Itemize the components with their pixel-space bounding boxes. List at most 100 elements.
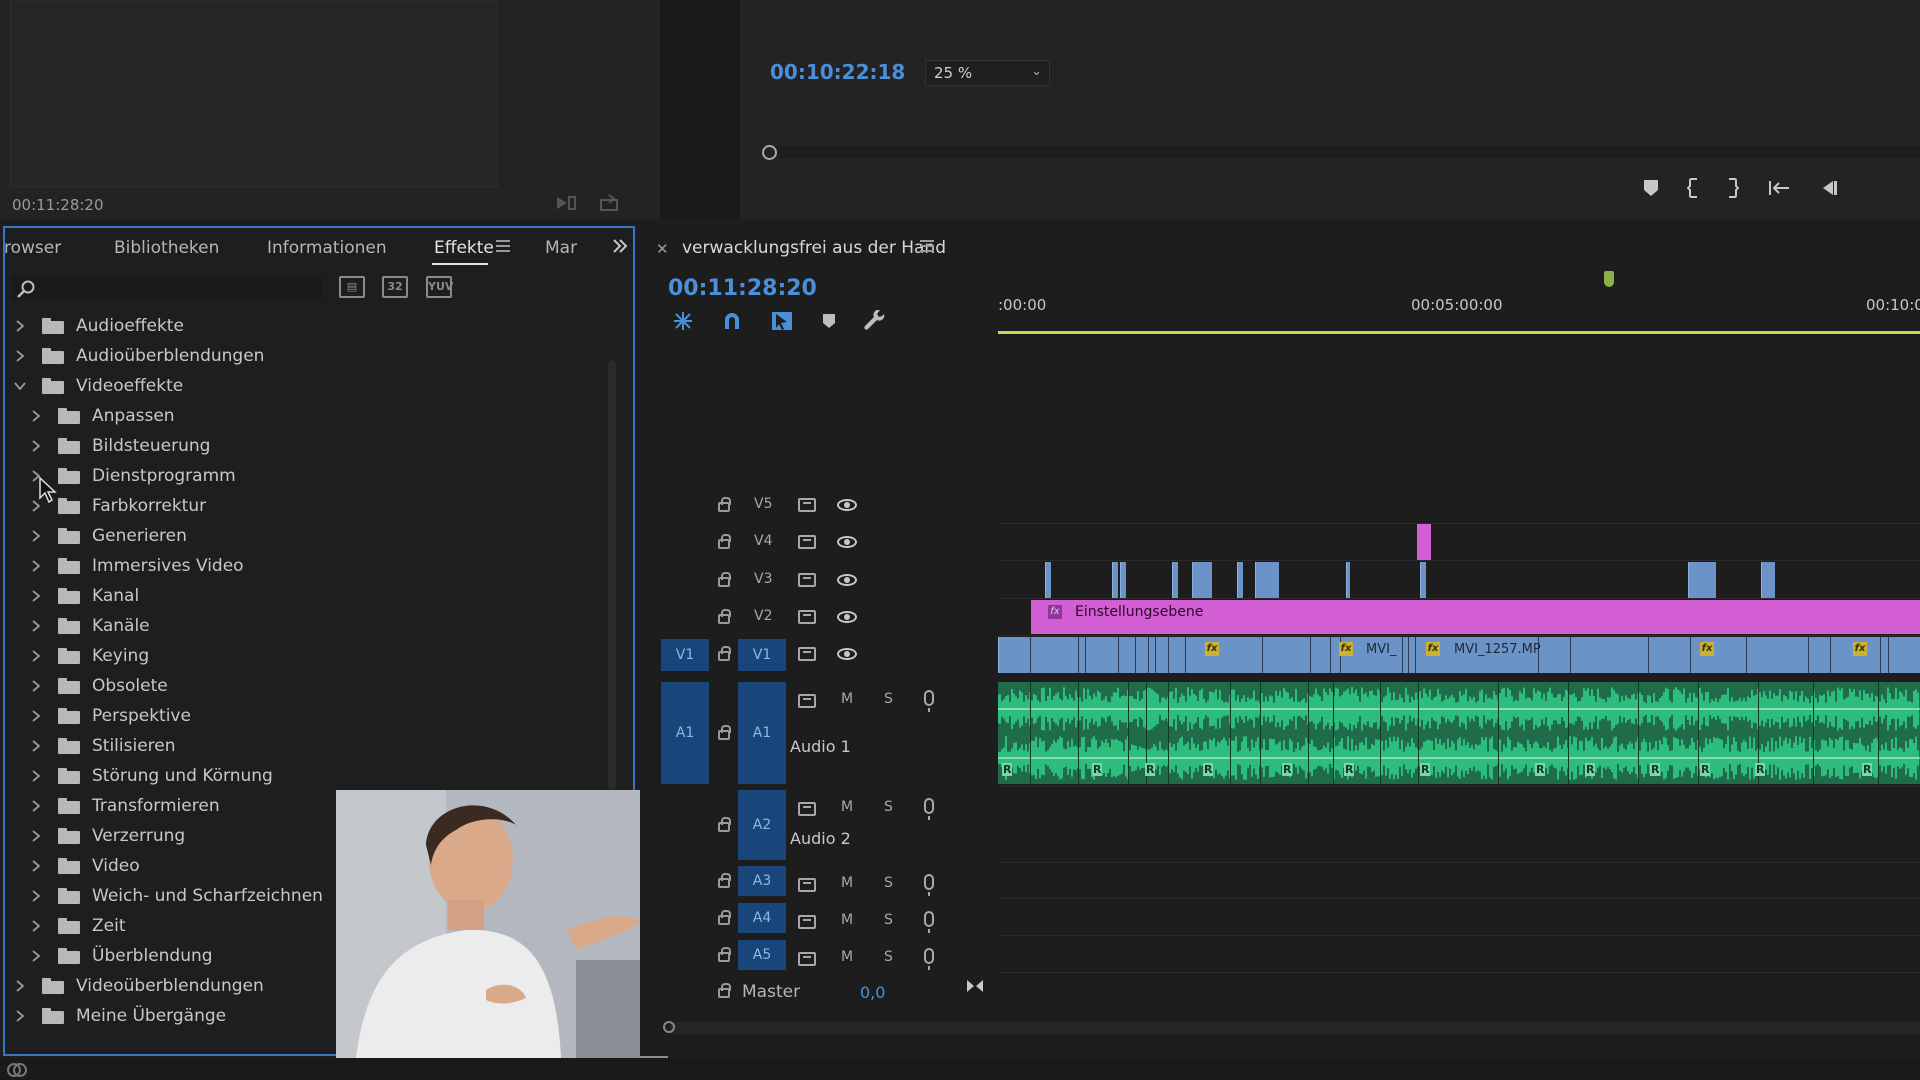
tab-markers[interactable]: Mar <box>545 238 577 258</box>
v4-clip[interactable] <box>1417 524 1431 560</box>
mark-out-icon[interactable] <box>1727 178 1739 198</box>
tree-item[interactable]: Immersives Video <box>30 551 244 581</box>
tree-item[interactable]: Obsolete <box>30 671 168 701</box>
work-area-bar[interactable] <box>998 331 1920 334</box>
tab-browser[interactable]: rowser <box>4 238 61 258</box>
lock-icon[interactable] <box>718 873 731 888</box>
eye-icon[interactable] <box>837 499 857 511</box>
add-marker-icon[interactable] <box>1643 179 1659 197</box>
lock-icon[interactable] <box>718 646 731 661</box>
tree-item[interactable]: Dienstprogramm <box>30 461 236 491</box>
chevron-right-icon[interactable] <box>30 590 44 602</box>
toggle-sync-lock-icon[interactable] <box>798 498 816 512</box>
mark-in-icon[interactable] <box>1687 178 1699 198</box>
track-target-v1[interactable]: V1 <box>738 639 786 671</box>
chevron-right-icon[interactable] <box>30 440 44 452</box>
track-label-v3[interactable]: V3 <box>754 571 772 587</box>
tree-item[interactable]: Weich- und Scharfzeichnen <box>30 881 323 911</box>
track-label-v2[interactable]: V2 <box>754 608 772 624</box>
nest-icon[interactable] <box>672 311 694 331</box>
step-back-icon[interactable] <box>1819 179 1839 197</box>
chevron-right-icon[interactable] <box>30 800 44 812</box>
source-patch-v1[interactable]: V1 <box>661 639 709 671</box>
chevron-right-icon[interactable] <box>30 530 44 542</box>
zoom-level-select[interactable]: 25 % ⌄ <box>925 60 1050 86</box>
microphone-icon[interactable] <box>924 948 934 970</box>
solo-button[interactable]: S <box>884 912 893 928</box>
wrench-icon[interactable] <box>864 310 886 332</box>
tree-item[interactable]: Verzerrung <box>30 821 185 851</box>
track-target-a2[interactable]: A2 <box>738 790 786 860</box>
lock-icon[interactable] <box>718 572 731 587</box>
tree-item[interactable]: Überblendung <box>30 941 213 971</box>
track-target-a4[interactable]: A4 <box>738 903 786 933</box>
lock-icon[interactable] <box>718 817 731 832</box>
lock-icon[interactable] <box>718 947 731 962</box>
v3-clip[interactable] <box>1172 562 1178 598</box>
tree-item[interactable]: Generieren <box>30 521 187 551</box>
tree-item[interactable]: Anpassen <box>30 401 175 431</box>
v3-clip[interactable] <box>1688 562 1716 598</box>
chevron-right-icon[interactable] <box>30 620 44 632</box>
eye-icon[interactable] <box>837 536 857 548</box>
chevron-right-icon[interactable] <box>14 1010 28 1022</box>
scrubber-handle[interactable] <box>762 145 777 160</box>
tree-item[interactable]: Videoeffekte <box>14 371 183 401</box>
eye-icon[interactable] <box>837 611 857 623</box>
solo-button[interactable]: S <box>884 799 893 815</box>
chevron-right-icon[interactable] <box>30 410 44 422</box>
chevron-right-icon[interactable] <box>30 740 44 752</box>
chevron-right-icon[interactable] <box>14 350 28 362</box>
source-patch-a1[interactable]: A1 <box>661 682 709 784</box>
lock-icon[interactable] <box>718 534 731 549</box>
more-tabs-icon[interactable] <box>612 238 628 254</box>
lock-icon[interactable] <box>718 725 731 740</box>
mute-button[interactable]: M <box>841 875 853 891</box>
track-label-v5[interactable]: V5 <box>754 496 772 512</box>
close-sequence-icon[interactable]: ✕ <box>656 240 669 258</box>
mute-button[interactable]: M <box>841 912 853 928</box>
timeline-horizontal-scrollbar[interactable] <box>670 1022 1920 1034</box>
effects-scrollbar[interactable] <box>608 360 616 790</box>
sequence-menu-icon[interactable] <box>920 240 934 252</box>
marker-icon[interactable] <box>822 313 836 329</box>
tree-item[interactable]: Meine Übergänge <box>14 1001 226 1031</box>
zoom-handle[interactable] <box>663 1021 675 1033</box>
source-timecode[interactable]: 00:11:28:20 <box>12 196 104 214</box>
toggle-sync-lock-icon[interactable] <box>798 573 816 587</box>
tree-item[interactable]: Transformieren <box>30 791 220 821</box>
mute-button[interactable]: M <box>841 691 853 707</box>
playhead[interactable] <box>1604 271 1614 287</box>
microphone-icon[interactable] <box>924 798 934 820</box>
tree-item[interactable]: Kanal <box>30 581 139 611</box>
solo-button[interactable]: S <box>884 875 893 891</box>
lock-icon[interactable] <box>718 609 731 624</box>
microphone-icon[interactable] <box>924 690 934 712</box>
chevron-right-icon[interactable] <box>30 950 44 962</box>
linked-selection-icon[interactable] <box>770 310 794 332</box>
chevron-right-icon[interactable] <box>14 980 28 992</box>
mute-button[interactable]: M <box>841 949 853 965</box>
timeline-timecode[interactable]: 00:11:28:20 <box>668 276 817 301</box>
tree-item[interactable]: Videoüberblendungen <box>14 971 264 1001</box>
go-to-end-icon[interactable] <box>966 978 984 994</box>
program-timecode[interactable]: 00:10:22:18 <box>770 60 905 84</box>
panel-menu-icon[interactable] <box>496 240 510 252</box>
v3-clip[interactable] <box>1237 562 1243 598</box>
accelerated-effects-filter-icon[interactable]: ▤ <box>339 276 365 298</box>
mute-button[interactable]: M <box>841 799 853 815</box>
toggle-sync-lock-icon[interactable] <box>798 878 816 892</box>
tab-effects[interactable]: Effekte <box>434 238 494 258</box>
tree-item[interactable]: Audioeffekte <box>14 311 184 341</box>
tree-item[interactable]: Perspektive <box>30 701 191 731</box>
toggle-sync-lock-icon[interactable] <box>798 694 816 708</box>
chevron-right-icon[interactable] <box>30 770 44 782</box>
v3-clip[interactable] <box>1112 562 1118 598</box>
toggle-sync-lock-icon[interactable] <box>798 915 816 929</box>
track-label-v4[interactable]: V4 <box>754 533 772 549</box>
tab-libraries[interactable]: Bibliotheken <box>114 238 219 258</box>
chevron-right-icon[interactable] <box>30 890 44 902</box>
chevron-right-icon[interactable] <box>30 650 44 662</box>
lock-icon[interactable] <box>718 910 731 925</box>
chevron-right-icon[interactable] <box>30 560 44 572</box>
